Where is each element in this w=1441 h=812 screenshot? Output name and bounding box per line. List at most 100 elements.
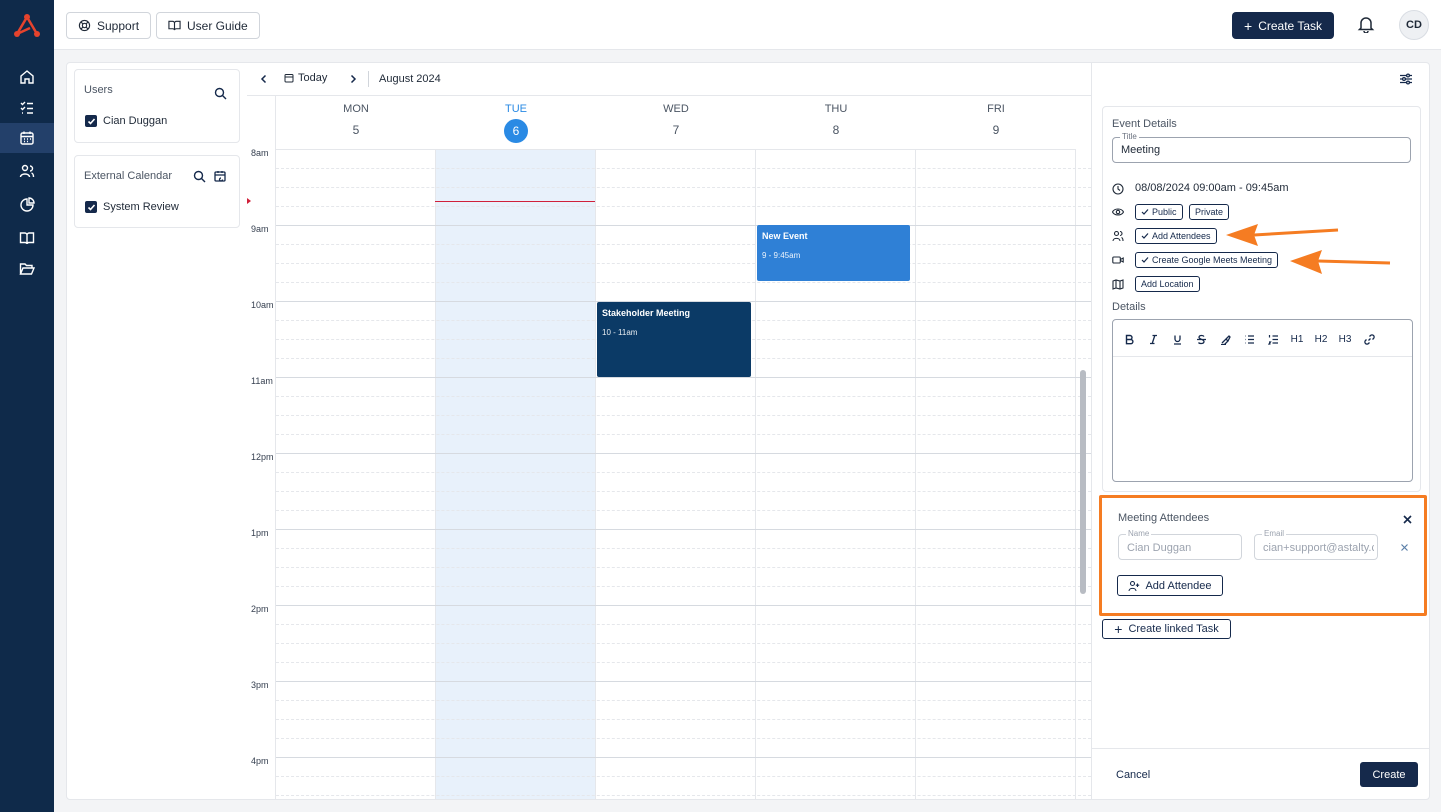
create-button[interactable]: Create	[1360, 762, 1418, 787]
private-pill[interactable]: Private	[1189, 204, 1230, 220]
create-task-button[interactable]: + Create Task	[1232, 12, 1334, 39]
ordered-list-button[interactable]	[1266, 333, 1280, 345]
day-number: 5	[352, 123, 360, 137]
header-divider	[368, 71, 369, 87]
search-icon[interactable]	[214, 87, 227, 100]
time-label: 11am	[251, 376, 273, 386]
link-button[interactable]	[1362, 333, 1376, 345]
public-pill[interactable]: Public	[1135, 204, 1183, 220]
app-logo[interactable]	[12, 12, 42, 40]
nav-reports[interactable]	[0, 190, 54, 220]
calendar-scrollbar[interactable]	[1080, 370, 1086, 594]
add-attendee-label: Add Attendee	[1145, 579, 1212, 592]
grid-line	[276, 377, 1091, 378]
day-column[interactable]: FRI 9	[916, 96, 1076, 799]
grid-line	[276, 225, 1091, 226]
event-details-card: Event Details Title Meeting 08/08/2024 0…	[1102, 106, 1421, 492]
attendee-name-label: Name	[1126, 529, 1152, 538]
cancel-button[interactable]: Cancel	[1116, 769, 1150, 781]
bullet-list-icon	[1245, 334, 1254, 344]
public-label: Public	[1152, 207, 1177, 217]
user-plus-icon	[1128, 580, 1140, 591]
day-header: TUE 6	[436, 96, 596, 150]
create-linked-task-button[interactable]: + Create linked Task	[1102, 619, 1231, 639]
underline-button[interactable]	[1170, 333, 1184, 345]
grid-line	[276, 719, 1091, 720]
external-calendar-label: System Review	[103, 201, 179, 213]
external-calendar-checkbox[interactable]	[85, 201, 97, 213]
user-guide-button[interactable]: User Guide	[156, 12, 260, 39]
clock-icon	[1112, 183, 1124, 195]
nav-users[interactable]	[0, 156, 54, 186]
heading2-button[interactable]: H2	[1312, 333, 1330, 345]
folder-open-icon	[19, 263, 35, 275]
strikethrough-icon	[1196, 334, 1206, 344]
grid-line	[276, 662, 1091, 663]
event-new-event[interactable]: New Event 9 - 9:45am	[757, 225, 910, 281]
close-icon[interactable]	[1402, 514, 1413, 525]
details-editor[interactable]: H1 H2 H3	[1112, 319, 1413, 482]
event-time: 9 - 9:45am	[762, 251, 801, 260]
day-column[interactable]: WED 7	[596, 96, 756, 799]
bold-button[interactable]	[1122, 333, 1136, 345]
bullet-list-button[interactable]	[1242, 333, 1256, 345]
external-calendar-title: External Calendar	[84, 170, 173, 182]
eye-icon	[1112, 208, 1124, 216]
remove-attendee-icon[interactable]	[1400, 543, 1409, 552]
calendar-sync-icon[interactable]	[214, 170, 227, 183]
attendee-email-field[interactable]: Email cian+support@astalty.c	[1254, 529, 1378, 560]
check-icon	[1141, 257, 1149, 263]
day-column[interactable]: MON 5	[276, 96, 436, 799]
home-icon	[20, 70, 34, 84]
bell-icon[interactable]	[1357, 15, 1375, 33]
nav-home[interactable]	[0, 62, 54, 92]
grid-line	[276, 396, 1091, 397]
highlight-button[interactable]	[1218, 333, 1232, 345]
nav-files[interactable]	[0, 254, 54, 284]
user-avatar[interactable]: CD	[1399, 10, 1429, 40]
title-field[interactable]: Title Meeting	[1112, 132, 1411, 163]
chevron-left-icon[interactable]	[257, 72, 271, 86]
nav-tasks[interactable]	[0, 93, 54, 123]
nav-calendar[interactable]	[0, 123, 54, 153]
event-stakeholder-meeting[interactable]: Stakeholder Meeting 10 - 11am	[597, 302, 751, 377]
google-meets-pill[interactable]: Create Google Meets Meeting	[1135, 252, 1279, 268]
add-location-pill[interactable]: Add Location	[1135, 276, 1200, 292]
chevron-right-icon[interactable]	[346, 72, 360, 86]
today-button[interactable]: Today	[284, 72, 327, 84]
strikethrough-button[interactable]	[1194, 333, 1208, 345]
meeting-attendees-title: Meeting Attendees	[1118, 512, 1210, 524]
search-icon[interactable]	[193, 170, 206, 183]
day-header: THU 8	[756, 96, 916, 150]
grid-line	[276, 415, 1091, 416]
user-guide-label: User Guide	[187, 18, 248, 33]
day-name: FRI	[987, 103, 1005, 115]
attendee-name-field[interactable]: Name Cian Duggan	[1118, 529, 1242, 560]
grid-line	[276, 491, 1091, 492]
heading3-button[interactable]: H3	[1336, 333, 1354, 345]
lifebuoy-icon	[78, 19, 91, 32]
attendee-name-value: Cian Duggan	[1127, 542, 1192, 554]
add-attendee-button[interactable]: Add Attendee	[1117, 575, 1223, 596]
heading1-button[interactable]: H1	[1288, 333, 1306, 345]
day-column[interactable]: THU 8	[756, 96, 916, 799]
bold-icon	[1125, 334, 1134, 344]
add-attendees-pill[interactable]: Add Attendees	[1135, 228, 1217, 244]
grid-line	[276, 567, 1091, 568]
grid-line	[276, 757, 1091, 758]
nav-guide[interactable]	[0, 223, 54, 253]
editor-toolbar: H1 H2 H3	[1113, 320, 1412, 357]
grid-line	[276, 681, 1091, 682]
check-icon	[87, 117, 95, 125]
underline-icon	[1173, 335, 1181, 345]
event-datetime[interactable]: 08/08/2024 09:00am - 09:45am	[1135, 182, 1289, 194]
time-label: 3pm	[251, 680, 269, 690]
plus-icon: +	[1114, 621, 1123, 637]
ordered-list-icon	[1267, 334, 1278, 345]
task-list-icon	[20, 101, 33, 114]
italic-button[interactable]	[1146, 333, 1160, 345]
sliders-icon[interactable]	[1399, 72, 1413, 86]
pie-chart-icon	[20, 197, 35, 212]
support-button[interactable]: Support	[66, 12, 152, 39]
user-checkbox[interactable]	[85, 115, 97, 127]
